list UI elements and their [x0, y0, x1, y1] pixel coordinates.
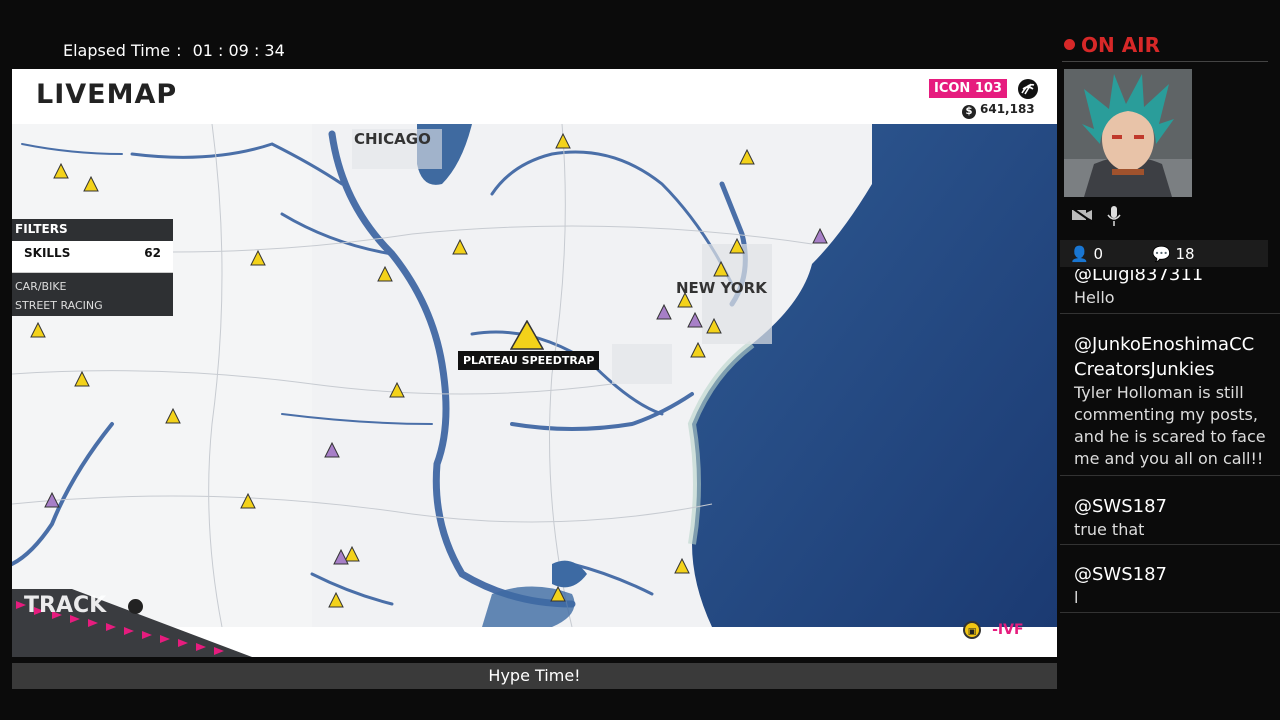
chat-text: Tyler Holloman is still commenting my po…	[1074, 383, 1266, 468]
chat-text: l	[1074, 588, 1079, 607]
track-label: TRACK	[24, 593, 107, 618]
chat-feed[interactable]: @Luigi837311 Hello @JunkoEnoshimaCCCreat…	[1060, 269, 1280, 720]
chat-message: @Luigi837311 Hello	[1060, 269, 1280, 314]
right-stick-icon	[128, 599, 143, 614]
controller-button-icon: ▣	[963, 621, 981, 639]
chat-text: true that	[1074, 520, 1145, 539]
comment-count: 💬 18	[1152, 245, 1195, 263]
chat-user: @SWS187	[1074, 496, 1168, 517]
world-map[interactable]: PLATEAU SPEEDTRAP CHICAGO NEW YORK	[12, 124, 1057, 627]
viewer-count: 👤 0	[1070, 245, 1103, 263]
chat-message: @SWS187 true that	[1060, 476, 1280, 545]
filter-street-racing[interactable]: STREET RACING	[12, 296, 173, 316]
chat-message: @SWS187 l	[1060, 545, 1280, 613]
filter-car-bike[interactable]: CAR/BIKE	[12, 277, 173, 296]
livemap-logo: LIVEMAP	[36, 79, 178, 110]
filters-title: FILTERS	[12, 219, 173, 241]
ivf-label: -IVF	[992, 622, 1024, 638]
chat-user: @Luigi837311	[1074, 269, 1204, 285]
person-icon: 👤	[1070, 245, 1089, 263]
filter-skills[interactable]: SKILLS 62	[12, 241, 173, 273]
chat-text: Hello	[1074, 288, 1115, 307]
poi-label: PLATEAU SPEEDTRAP	[458, 351, 600, 370]
city-label-new-york: NEW YORK	[676, 279, 767, 297]
camera-off-icon[interactable]	[1070, 206, 1094, 228]
map-header: LIVEMAP ICON 103 $641,183	[12, 69, 1057, 124]
map-terrain	[12, 124, 1057, 627]
on-air-label: ON AIR	[1081, 33, 1161, 57]
live-dot-icon	[1064, 39, 1075, 50]
network-icon	[1018, 79, 1038, 99]
on-air-status: ON AIR	[1064, 33, 1160, 57]
elapsed-time: Elapsed Time: 01 : 09 : 34	[63, 41, 285, 60]
chat-user: @JunkoEnoshimaCCCreatorsJunkies	[1074, 334, 1255, 380]
comment-icon: 💬	[1152, 245, 1171, 263]
chat-user: @SWS187	[1074, 564, 1168, 585]
filter-skills-label: SKILLS	[24, 246, 71, 260]
filter-skills-count: 62	[144, 246, 161, 260]
divider	[1062, 61, 1268, 62]
streamer-avatar	[1064, 69, 1192, 197]
filters-panel: FILTERS SKILLS 62 CAR/BIKE STREET RACING	[12, 219, 173, 316]
game-view: LIVEMAP ICON 103 $641,183 PLATEAU SPEEDT…	[12, 69, 1057, 657]
icon-level-badge: ICON 103	[929, 79, 1007, 98]
city-label-chicago: CHICAGO	[354, 130, 431, 148]
comment-value: 18	[1175, 245, 1195, 263]
ivf-control[interactable]: ▣ -IVF	[963, 619, 1024, 639]
credits-display: $641,183	[962, 102, 1035, 119]
viewer-value: 0	[1093, 245, 1104, 263]
hype-banner: Hype Time!	[12, 663, 1057, 689]
bucks-icon: $	[962, 105, 976, 119]
stream-stats: 👤 0 💬 18	[1060, 240, 1268, 267]
elapsed-value: 01 : 09 : 34	[192, 41, 285, 60]
chat-message: @JunkoEnoshimaCCCreatorsJunkies Tyler Ho…	[1060, 314, 1280, 476]
elapsed-label: Elapsed Time	[63, 41, 171, 60]
credits-value: 641,183	[980, 102, 1035, 116]
microphone-icon[interactable]	[1106, 205, 1122, 231]
